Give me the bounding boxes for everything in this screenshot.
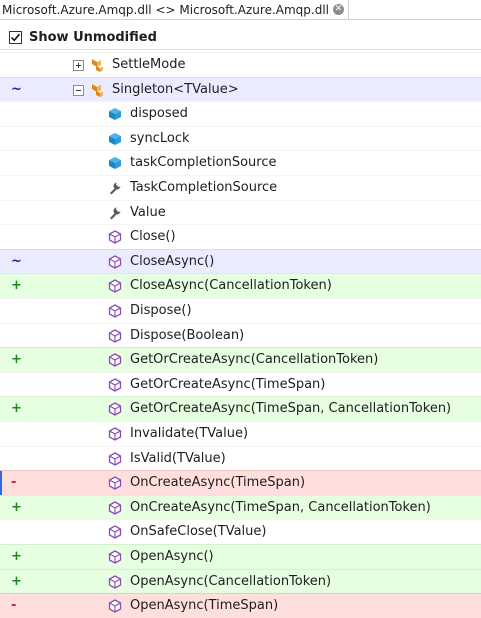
tree-item-label: OpenAsync(CancellationToken) bbox=[130, 574, 332, 589]
tree-item-label: OnCreateAsync(TimeSpan, CancellationToke… bbox=[130, 500, 431, 515]
change-marker: - bbox=[11, 475, 17, 490]
tree-row[interactable]: Invalidate(TValue) bbox=[0, 421, 481, 446]
show-unmodified-checkbox[interactable] bbox=[9, 30, 22, 44]
method-icon bbox=[107, 524, 123, 540]
tree-item-label: GetOrCreateAsync(TimeSpan, CancellationT… bbox=[130, 401, 452, 416]
tab-title: Microsoft.Azure.Amqp.dll <> Microsoft.Az… bbox=[2, 2, 330, 17]
tree-item-label: TaskCompletionSource bbox=[130, 180, 278, 195]
class-icon bbox=[89, 82, 105, 98]
tree-row[interactable]: + CloseAsync(CancellationToken) bbox=[0, 273, 481, 298]
change-marker: + bbox=[11, 500, 22, 515]
tree-item-label: Dispose() bbox=[130, 303, 192, 318]
checkmark-icon bbox=[10, 33, 21, 41]
tree-item-label: SettleMode bbox=[112, 57, 186, 72]
method-icon bbox=[107, 574, 123, 590]
change-marker: - bbox=[11, 598, 17, 613]
field-icon bbox=[107, 131, 123, 147]
tree-row[interactable]: Value bbox=[0, 200, 481, 225]
tree-row[interactable]: + OnCreateAsync(TimeSpan, CancellationTok… bbox=[0, 495, 481, 520]
method-icon bbox=[107, 352, 123, 368]
tree-item-label: OpenAsync() bbox=[130, 549, 214, 564]
document-tab-strip: Microsoft.Azure.Amqp.dll <> Microsoft.Az… bbox=[0, 0, 481, 20]
change-marker: + bbox=[11, 278, 22, 293]
tree-row[interactable]: - OpenAsync(TimeSpan) bbox=[0, 593, 481, 618]
tree-item-label: syncLock bbox=[130, 131, 190, 146]
method-icon bbox=[107, 229, 123, 245]
tree-row[interactable]: + GetOrCreateAsync(TimeSpan, Cancellation… bbox=[0, 396, 481, 421]
toolbar: Show Unmodified bbox=[0, 25, 481, 50]
tree-item-label: Singleton<TValue> bbox=[112, 82, 239, 97]
show-unmodified-label[interactable]: Show Unmodified bbox=[29, 30, 157, 45]
method-icon bbox=[107, 475, 123, 491]
change-marker: ~ bbox=[11, 254, 22, 269]
close-icon[interactable]: ✕ bbox=[333, 4, 345, 15]
tree-row[interactable]: - OnCreateAsync(TimeSpan) bbox=[0, 470, 481, 495]
tree-item-label: taskCompletionSource bbox=[130, 155, 277, 170]
tree-item-label: Invalidate(TValue) bbox=[130, 426, 249, 441]
class-icon bbox=[89, 57, 105, 73]
field-icon bbox=[107, 106, 123, 122]
collapse-icon[interactable] bbox=[73, 85, 84, 96]
method-icon bbox=[107, 598, 123, 614]
tree-item-label: CloseAsync() bbox=[130, 254, 215, 269]
tree-row[interactable]: + GetOrCreateAsync(CancellationToken) bbox=[0, 347, 481, 372]
tree-row[interactable]: Close() bbox=[0, 224, 481, 249]
method-icon bbox=[107, 303, 123, 319]
tree-row[interactable]: + OpenAsync() bbox=[0, 544, 481, 569]
tree-row[interactable]: syncLock bbox=[0, 126, 481, 151]
tree-item-label: disposed bbox=[130, 106, 188, 121]
tree-item-label: GetOrCreateAsync(CancellationToken) bbox=[130, 352, 379, 367]
tree-row[interactable]: TaskCompletionSource bbox=[0, 175, 481, 200]
tree-row[interactable]: Dispose() bbox=[0, 298, 481, 323]
tree-row[interactable]: taskCompletionSource bbox=[0, 150, 481, 175]
tree-row[interactable]: disposed bbox=[0, 101, 481, 126]
tree-item-label: CloseAsync(CancellationToken) bbox=[130, 278, 332, 293]
change-marker: ~ bbox=[11, 82, 22, 97]
tree-item-label: Close() bbox=[130, 229, 176, 244]
change-marker: + bbox=[11, 401, 22, 416]
tree-row[interactable]: ~ Singleton<TValue> bbox=[0, 77, 481, 102]
method-icon bbox=[107, 328, 123, 344]
change-marker: + bbox=[11, 549, 22, 564]
document-tab[interactable]: Microsoft.Azure.Amqp.dll <> Microsoft.Az… bbox=[0, 0, 350, 19]
change-marker: + bbox=[11, 352, 22, 367]
method-icon bbox=[107, 451, 123, 467]
tree-row[interactable]: GetOrCreateAsync(TimeSpan) bbox=[0, 372, 481, 397]
expand-icon[interactable] bbox=[73, 60, 84, 71]
method-icon bbox=[107, 377, 123, 393]
tree-row[interactable]: + OpenAsync(CancellationToken) bbox=[0, 569, 481, 594]
tree-item-label: OnCreateAsync(TimeSpan) bbox=[130, 475, 306, 490]
tree-item-label: Dispose(Boolean) bbox=[130, 328, 245, 343]
change-marker: + bbox=[11, 574, 22, 589]
property-icon bbox=[107, 205, 123, 221]
method-icon bbox=[107, 426, 123, 442]
tree-row[interactable]: ~ CloseAsync() bbox=[0, 249, 481, 274]
method-icon bbox=[107, 401, 123, 417]
tree-item-label: Value bbox=[130, 205, 166, 220]
tree-item-label: IsValid(TValue) bbox=[130, 451, 226, 466]
method-icon bbox=[107, 254, 123, 270]
tree-row[interactable]: OnSafeClose(TValue) bbox=[0, 519, 481, 544]
method-icon bbox=[107, 278, 123, 294]
tree-item-label: OpenAsync(TimeSpan) bbox=[130, 598, 279, 613]
method-icon bbox=[107, 500, 123, 516]
tree-item-label: OnSafeClose(TValue) bbox=[130, 524, 267, 539]
method-icon bbox=[107, 549, 123, 565]
tree-row[interactable]: Dispose(Boolean) bbox=[0, 323, 481, 348]
field-icon bbox=[107, 155, 123, 171]
tree-row[interactable]: IsValid(TValue) bbox=[0, 446, 481, 471]
tree-row[interactable]: SettleMode bbox=[0, 52, 481, 77]
property-icon bbox=[107, 180, 123, 196]
tree-item-label: GetOrCreateAsync(TimeSpan) bbox=[130, 377, 326, 392]
